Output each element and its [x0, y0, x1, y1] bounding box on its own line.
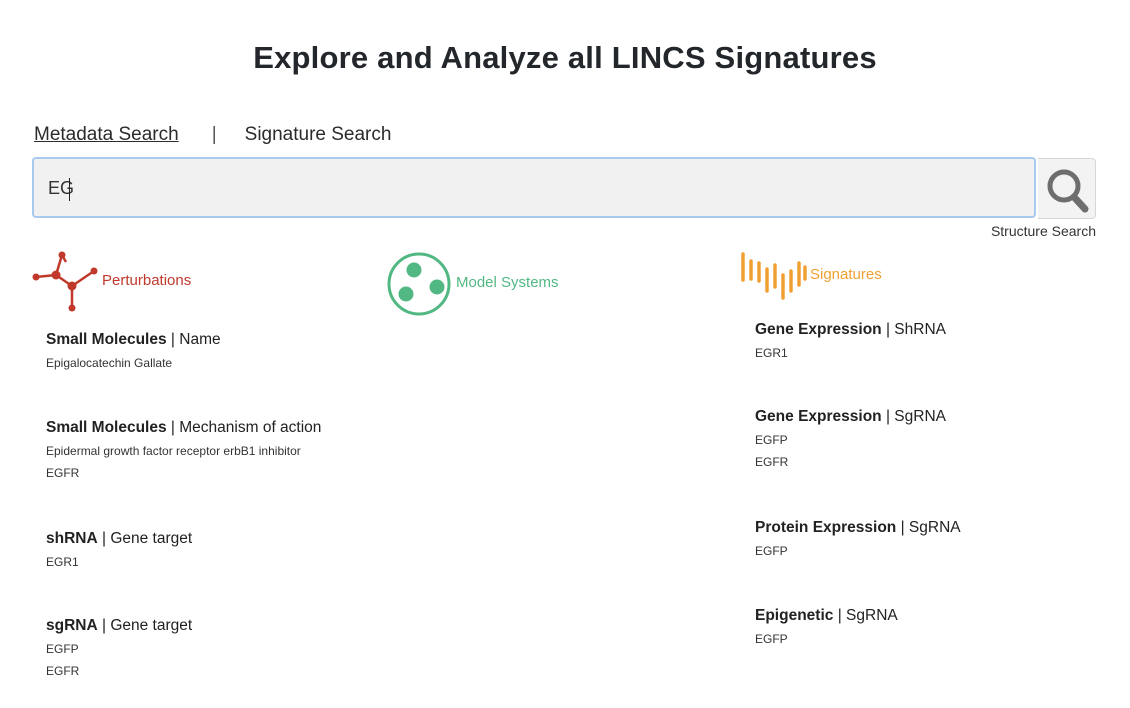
search-box	[32, 157, 1036, 218]
result-group: Gene Expression | SgRNA EGFP EGFR	[755, 408, 946, 469]
result-group: Small Molecules | Name Epigalocatechin G…	[46, 331, 221, 370]
result-type: Gene Expression	[755, 408, 882, 425]
result-group-header: sgRNA | Gene target	[46, 617, 193, 634]
result-item[interactable]: EGFR	[46, 466, 321, 480]
search-input[interactable]	[48, 173, 1008, 203]
result-item[interactable]: EGFP	[755, 632, 898, 646]
result-field: ShRNA	[894, 321, 946, 338]
text-caret	[69, 178, 70, 201]
result-item[interactable]: EGFP	[755, 433, 946, 447]
category-label-model-systems: Model Systems	[456, 274, 559, 291]
result-type: Small Molecules	[46, 419, 167, 436]
result-group: Epigenetic | SgRNA EGFP	[755, 607, 898, 646]
result-group: sgRNA | Gene target EGFP EGFR	[46, 617, 192, 678]
result-type: Small Molecules	[46, 331, 167, 348]
result-item[interactable]: EGFR	[755, 455, 946, 469]
search-icon	[1047, 169, 1089, 213]
result-group-header: Small Molecules | Name	[46, 331, 221, 348]
result-item[interactable]: EGFR	[46, 664, 192, 678]
result-field: Gene target	[110, 617, 193, 634]
result-group: Small Molecules | Mechanism of action Ep…	[46, 419, 321, 480]
result-group-header: Protein Expression | SgRNA	[755, 519, 961, 536]
structure-search-link[interactable]: Structure Search	[980, 223, 1096, 239]
tab-separator: |	[211, 124, 217, 145]
tab-signature-search[interactable]: Signature Search	[245, 124, 392, 146]
result-type: Protein Expression	[755, 519, 897, 536]
result-group-header: Gene Expression | SgRNA	[755, 408, 946, 425]
result-type: Gene Expression	[755, 321, 882, 338]
result-field: Name	[179, 331, 221, 348]
result-group-header: shRNA | Gene target	[46, 530, 193, 547]
result-item[interactable]: EGFP	[755, 544, 961, 558]
result-item[interactable]: Epidermal growth factor receptor erbB1 i…	[46, 444, 321, 458]
result-field: SgRNA	[908, 519, 961, 536]
signature-bars-icon	[741, 252, 807, 300]
cells-icon	[387, 252, 451, 316]
result-item[interactable]: EGR1	[46, 555, 192, 569]
result-item[interactable]: EGR1	[755, 346, 946, 360]
result-group: shRNA | Gene target EGR1	[46, 530, 192, 569]
result-field: SgRNA	[846, 607, 898, 624]
tab-metadata-search[interactable]: Metadata Search	[34, 124, 179, 146]
result-item[interactable]: Epigalocatechin Gallate	[46, 356, 221, 370]
search-mode-tabs: Metadata Search | Signature Search	[34, 124, 391, 146]
result-field: SgRNA	[894, 408, 946, 425]
result-type: sgRNA	[46, 617, 98, 634]
result-group-header: Epigenetic | SgRNA	[755, 607, 898, 624]
molecule-icon	[32, 251, 98, 312]
category-label-signatures: Signatures	[810, 266, 882, 283]
result-group: Protein Expression | SgRNA EGFP	[755, 519, 961, 558]
result-type: shRNA	[46, 530, 98, 547]
result-group-header: Small Molecules | Mechanism of action	[46, 419, 322, 436]
result-field: Gene target	[110, 530, 193, 547]
result-group-header: Gene Expression | ShRNA	[755, 321, 946, 338]
result-group: Gene Expression | ShRNA EGR1	[755, 321, 946, 360]
page-title: Explore and Analyze all LINCS Signatures	[253, 40, 877, 75]
category-label-perturbations: Perturbations	[102, 272, 192, 289]
result-type: Epigenetic	[755, 607, 834, 624]
search-button[interactable]	[1038, 158, 1096, 219]
result-field: Mechanism of action	[179, 419, 322, 436]
result-item[interactable]: EGFP	[46, 642, 192, 656]
